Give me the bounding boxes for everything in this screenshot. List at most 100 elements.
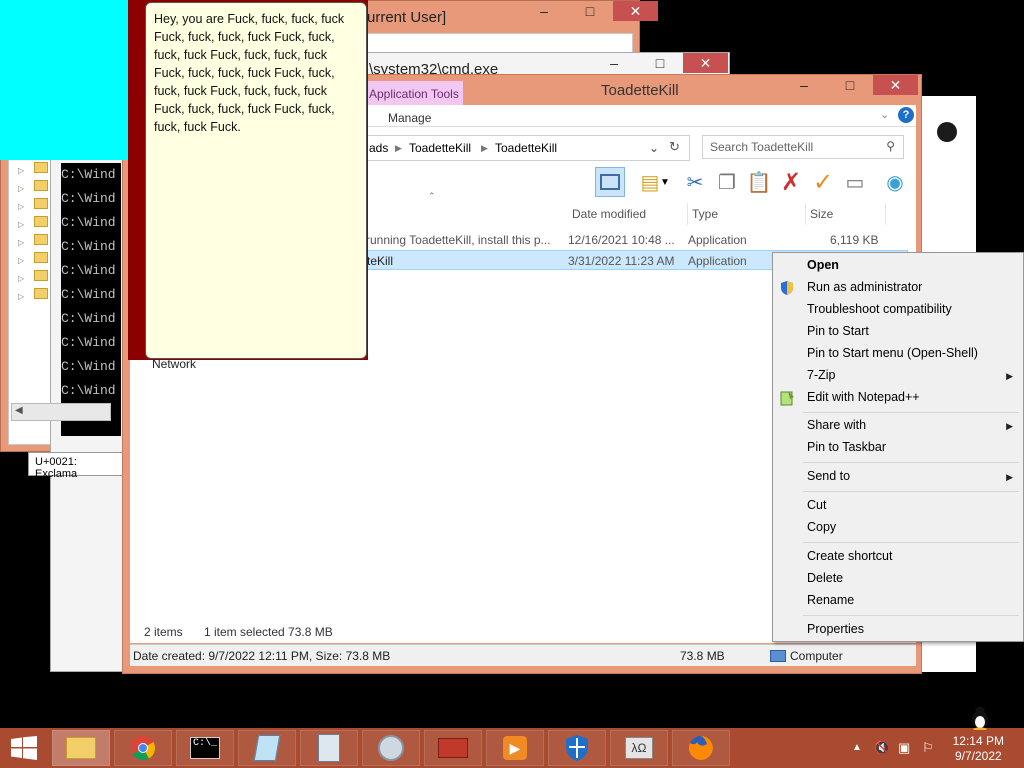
bubble-text: Hey, you are Fuck, fuck, fuck, fuck Fuck… [154, 12, 345, 134]
clock-time: 12:14 PM [952, 734, 1004, 748]
menu-item-create-shortcut[interactable]: Create shortcut [807, 549, 892, 563]
taskbar-charmap[interactable]: λΩ [610, 730, 668, 766]
menu-item-pin-to-start[interactable]: Pin to Start [807, 324, 869, 338]
tree-node[interactable]: ▷ [18, 234, 58, 250]
maximize-button[interactable]: □ [567, 1, 613, 21]
tab-manage[interactable]: Manage [388, 111, 431, 125]
breadcrumb-item[interactable]: ads [369, 141, 388, 155]
regedit-title: urrent User] [367, 9, 447, 26]
breadcrumb-separator-icon: ▶ [481, 143, 488, 153]
menu-item-edit-notepadpp[interactable]: Edit with Notepad++ [807, 390, 920, 404]
file-name: running ToadetteKill, install this p... [366, 233, 551, 247]
menu-item-pin-to-taskbar[interactable]: Pin to Taskbar [807, 440, 886, 454]
file-name: teKill [367, 254, 394, 268]
column-date-modified[interactable]: Date modified [568, 203, 688, 225]
menu-item-send-to[interactable]: Send to [807, 469, 850, 483]
tray-clock[interactable]: 12:14 PM 9/7/2022 [953, 734, 1004, 764]
tree-node[interactable]: ▷ [18, 198, 58, 214]
properties-icon[interactable]: ◉ [880, 167, 910, 197]
delete-icon[interactable]: ✗ [776, 167, 806, 197]
search-input[interactable]: Search ToadetteKill ⚲ [702, 135, 904, 159]
taskbar-video-player[interactable]: ▶ [486, 730, 544, 766]
help-icon[interactable]: ? [898, 107, 914, 123]
start-button[interactable] [10, 736, 38, 760]
taskbar-calculator[interactable] [300, 730, 358, 766]
calculator-icon [318, 734, 340, 762]
search-icon: ⚲ [886, 139, 895, 153]
search-placeholder: Search ToadetteKill [710, 140, 814, 154]
rename-icon[interactable]: ▭ [840, 167, 870, 197]
breadcrumb-item[interactable]: ToadetteKill [495, 141, 557, 155]
firefox-icon [688, 736, 713, 760]
taskbar-defender[interactable] [548, 730, 606, 766]
clock-date: 9/7/2022 [954, 749, 1002, 763]
refresh-icon[interactable]: ↻ [669, 139, 680, 155]
minimize-button[interactable]: – [591, 53, 637, 73]
menu-item-delete[interactable]: Delete [807, 571, 843, 585]
taskbar-notepad[interactable] [238, 730, 296, 766]
menu-separator [803, 542, 1019, 543]
cut-icon[interactable]: ✂ [680, 167, 710, 197]
file-explorer-icon [66, 737, 96, 759]
tux-penguin-icon [970, 706, 990, 731]
xbox-icon [937, 122, 957, 142]
preview-pane-icon[interactable] [595, 167, 625, 197]
menu-item-rename[interactable]: Rename [807, 593, 854, 607]
minimize-button[interactable]: – [781, 75, 827, 95]
menu-item-copy[interactable]: Copy [807, 520, 836, 534]
maximize-button[interactable]: □ [827, 75, 873, 95]
video-player-icon: ▶ [503, 736, 527, 760]
tree-node[interactable]: ▷ [18, 162, 58, 178]
tree-node[interactable]: ▷ [18, 288, 58, 304]
menu-item-properties[interactable]: Properties [807, 622, 864, 636]
taskbar-cmd[interactable]: C:\_ [176, 730, 234, 766]
sort-arrow-icon: ⌃ [428, 191, 436, 201]
cyan-block [0, 0, 128, 160]
menu-item-run-as-admin[interactable]: Run as administrator [807, 280, 922, 294]
menu-item-7zip[interactable]: 7-Zip [807, 368, 835, 382]
close-button[interactable]: ✕ [683, 53, 728, 73]
column-size[interactable]: Size [806, 203, 886, 225]
chevron-down-icon[interactable]: ▼ [658, 167, 672, 197]
menu-item-share-with[interactable]: Share with [807, 418, 866, 432]
window-title: ToadetteKill [601, 82, 679, 99]
chevron-down-icon[interactable]: ⌄ [649, 141, 659, 155]
volume-muted-icon[interactable]: 🔇 [874, 740, 890, 756]
action-center-icon[interactable]: ⚐ [922, 740, 934, 756]
chrome-icon [131, 736, 156, 761]
tree-node[interactable]: ▷ [18, 180, 58, 196]
taskbar-media[interactable] [362, 730, 420, 766]
minimize-button[interactable]: – [521, 1, 567, 21]
menu-item-pin-to-start-openshell[interactable]: Pin to Start menu (Open-Shell) [807, 346, 978, 360]
taskbar-toolbox[interactable] [424, 730, 482, 766]
network-icon[interactable]: ▣ [898, 740, 910, 756]
checkmark-icon[interactable]: ✓ [808, 167, 838, 197]
menu-item-open[interactable]: Open [807, 258, 839, 272]
tree-node[interactable]: ▷ [18, 216, 58, 232]
notepad-plus-icon [779, 390, 795, 406]
menu-separator [803, 491, 1019, 492]
paste-icon[interactable]: 📋 [744, 167, 774, 197]
tree-node[interactable]: ▷ [18, 270, 58, 286]
copy-icon[interactable]: ❐ [712, 167, 742, 197]
folder-icon [34, 288, 49, 299]
tree-node[interactable]: ▷ [18, 252, 58, 268]
menu-item-cut[interactable]: Cut [807, 498, 826, 512]
submenu-arrow-icon: ▶ [1006, 421, 1013, 431]
breadcrumb-item[interactable]: ToadetteKill [409, 141, 471, 155]
folder-icon [34, 180, 49, 191]
taskbar-firefox[interactable] [672, 730, 730, 766]
close-button[interactable]: ✕ [613, 1, 658, 21]
tray-expand-icon[interactable]: ▲ [852, 742, 862, 753]
taskbar-chrome[interactable] [114, 730, 172, 766]
taskbar-file-explorer[interactable] [52, 730, 110, 766]
close-button[interactable]: ✕ [873, 75, 918, 95]
chevron-down-icon[interactable]: ⌄ [880, 108, 889, 121]
column-type[interactable]: Type [688, 203, 806, 225]
folder-icon [34, 252, 49, 263]
submenu-arrow-icon: ▶ [1006, 371, 1013, 381]
file-date: 12/16/2021 10:48 ... [568, 233, 675, 247]
maximize-button[interactable]: □ [637, 53, 683, 73]
file-size: 6,119 KB [830, 233, 879, 247]
menu-item-troubleshoot[interactable]: Troubleshoot compatibility [807, 302, 952, 316]
